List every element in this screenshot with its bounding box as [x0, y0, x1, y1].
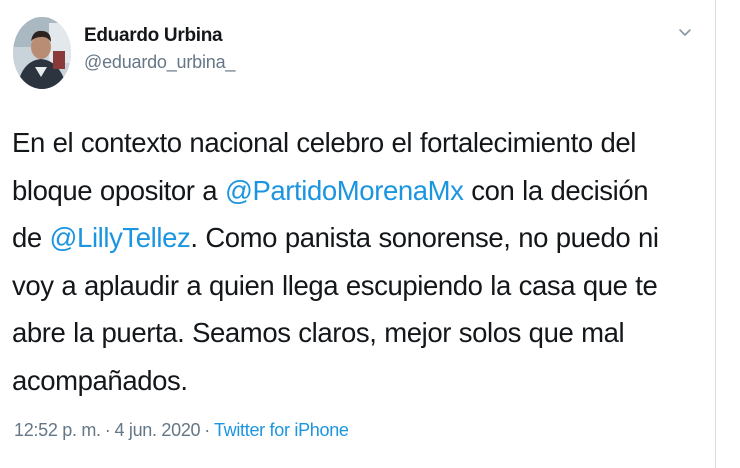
avatar[interactable] [13, 17, 71, 89]
tweet-meta: 12:52 p. m. · 4 jun. 2020 · Twitter for iPho… [14, 420, 349, 441]
meta-separator: · [204, 420, 210, 440]
author-block: Eduardo Urbina @eduardo_urbina_ [84, 24, 235, 74]
tweet-time[interactable]: 12:52 p. m. [14, 420, 101, 440]
tweet-text: En el contexto nacional celebro el forta… [12, 119, 706, 404]
tweet-text-segment: . Como panista sonorense, no puedo ni [190, 222, 659, 253]
tweet-text-segment: de [12, 222, 50, 253]
tweet-text-segment: con la decisión [463, 174, 649, 206]
tweet-text-line: abre la puerta. Seamos claros, mejor sol… [12, 317, 625, 348]
mention-link[interactable]: @LillyTellez [50, 222, 191, 253]
tweet-text-line: voy a aplaudir a quien llega escupiendo … [12, 269, 658, 301]
author-display-name[interactable]: Eduardo Urbina [84, 24, 235, 48]
meta-separator: · [104, 420, 111, 440]
chevron-down-icon[interactable] [676, 24, 694, 42]
mention-link[interactable]: @PartidoMorenaMx [225, 175, 464, 206]
tweet-date[interactable]: 4 jun. 2020 [114, 420, 200, 440]
author-handle[interactable]: @eduardo_urbina_ [84, 50, 235, 74]
tweet-text-segment: bloque opositor a [12, 174, 225, 206]
tweet-text-line: acompañados. [12, 364, 188, 396]
tweet-card: Eduardo Urbina @eduardo_urbina_ En el co… [0, 0, 716, 468]
tweet-source-link[interactable]: Twitter for iPhone [214, 420, 349, 440]
tweet-text-line: En el contexto nacional celebro el forta… [12, 127, 636, 158]
